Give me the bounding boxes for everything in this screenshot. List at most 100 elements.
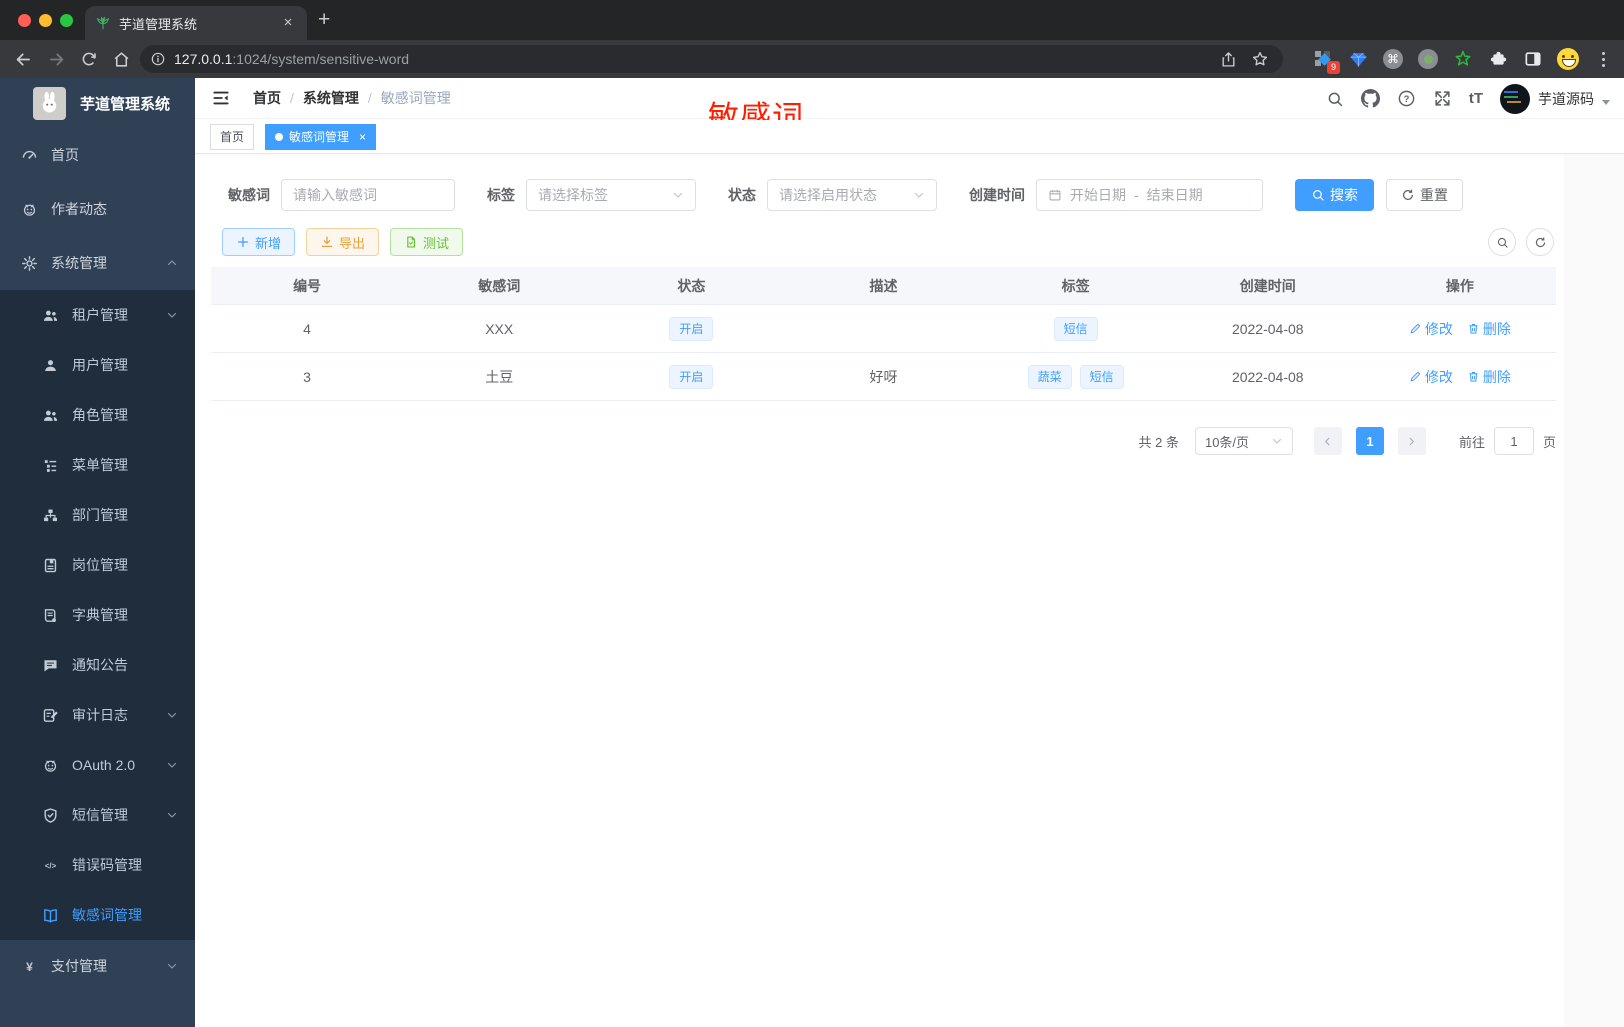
next-page-button[interactable] — [1397, 427, 1426, 455]
sidebar-item-tenant[interactable]: 租户管理 — [0, 290, 195, 340]
test-button[interactable]: 测试 — [390, 228, 464, 256]
edit-link[interactable]: 修改 — [1409, 367, 1453, 387]
dashboard-icon — [21, 147, 38, 164]
close-tab-icon[interactable]: × — [279, 14, 297, 32]
info-icon[interactable] — [150, 51, 166, 67]
sidebar-item-author-feed[interactable]: 作者动态 — [0, 182, 195, 236]
extension-star-icon[interactable] — [1452, 48, 1474, 70]
add-button[interactable]: 新增 — [222, 228, 296, 256]
sidebar-item-home[interactable]: 首页 — [0, 128, 195, 182]
hamburger-fold-icon[interactable] — [211, 88, 231, 108]
pagination: 共 2 条 10条/页 1 前往 页 — [211, 427, 1556, 455]
sidebar-item-notice[interactable]: 通知公告 — [0, 640, 195, 690]
question-icon[interactable] — [1397, 89, 1416, 108]
sidebar-item-oauth[interactable]: OAuth 2.0 — [0, 740, 195, 790]
status-select[interactable]: 请选择启用状态 — [767, 179, 937, 211]
search-icon[interactable] — [1326, 90, 1344, 108]
tree-icon — [42, 457, 59, 474]
page-size-select[interactable]: 10条/页 — [1194, 427, 1293, 455]
sidebar-item-user[interactable]: 用户管理 — [0, 340, 195, 390]
app-logo[interactable]: 芋道管理系统 — [0, 78, 195, 128]
bookmark-star-icon[interactable] — [1251, 50, 1269, 68]
tag-pill: 短信 — [1053, 316, 1098, 341]
cell-word: XXX — [485, 320, 514, 337]
tag-pill: 短信 — [1079, 364, 1124, 389]
back-icon[interactable] — [14, 50, 33, 69]
extension-grid-icon[interactable]: 9 — [1312, 48, 1340, 74]
tag-home[interactable]: 首页 — [210, 123, 255, 150]
breadcrumb-system[interactable]: 系统管理 — [303, 88, 359, 108]
sidebar-item-audit-log[interactable]: 审计日志 — [0, 690, 195, 740]
zoom-window-button[interactable] — [60, 14, 73, 27]
close-window-button[interactable] — [18, 14, 31, 27]
robot-icon — [21, 201, 38, 218]
sidebar-item-dict[interactable]: 字典管理 — [0, 590, 195, 640]
browser-tab[interactable]: 芋道管理系统 × — [85, 6, 307, 40]
breadcrumb-home[interactable]: 首页 — [253, 88, 281, 108]
column-header: 编号 — [293, 277, 322, 294]
refresh-icon — [1534, 236, 1547, 249]
extension-command-icon[interactable]: ⌘ — [1382, 48, 1404, 70]
breadcrumb-current: 敏感词管理 — [380, 90, 451, 106]
puzzle-extensions-icon[interactable] — [1487, 48, 1509, 70]
sidebar-item-dept[interactable]: 部门管理 — [0, 490, 195, 540]
fontsize-icon[interactable]: tT — [1469, 90, 1483, 107]
leaf-favicon — [95, 15, 111, 31]
minimize-window-button[interactable] — [39, 14, 52, 27]
document-icon — [404, 235, 418, 249]
github-icon[interactable] — [1361, 89, 1380, 108]
date-range-picker[interactable]: 开始日期 - 结束日期 — [1036, 179, 1263, 211]
prev-page-button[interactable] — [1313, 427, 1342, 455]
sidebar-item-menu[interactable]: 菜单管理 — [0, 440, 195, 490]
share-icon[interactable] — [1220, 51, 1237, 68]
search-button[interactable]: 搜索 — [1295, 179, 1374, 211]
cell-actions: 修改 删除 — [1364, 367, 1556, 387]
sidebar-item-pay[interactable]: 支付管理 — [0, 940, 195, 992]
new-tab-button[interactable]: + — [318, 8, 330, 32]
sidebar-item-error-code[interactable]: 错误码管理 — [0, 840, 195, 890]
refresh-table-button[interactable] — [1526, 228, 1554, 256]
delete-link[interactable]: 删除 — [1467, 319, 1511, 339]
cell-status: 开启 — [595, 364, 787, 389]
profile-avatar[interactable] — [1557, 48, 1579, 70]
table-body: 4 XXX 开启 短信 2022-04-08 修改 删除 3 土豆 开启 好呀 蔬菜 短信 2022-04… — [211, 305, 1556, 401]
sidebar-item-role[interactable]: 角色管理 — [0, 390, 195, 440]
export-button[interactable]: 导出 — [306, 228, 380, 256]
macos-window-controls[interactable] — [18, 14, 73, 27]
reload-icon[interactable] — [80, 50, 98, 68]
sidebar-item-label: 角色管理 — [72, 407, 128, 423]
reset-button[interactable]: 重置 — [1386, 179, 1463, 211]
fullscreen-icon[interactable] — [1433, 89, 1452, 108]
gear-icon — [21, 255, 38, 272]
keyword-input[interactable]: 请输入敏感词 — [281, 179, 455, 211]
page-number-1[interactable]: 1 — [1355, 427, 1384, 455]
url-text[interactable]: 127.0.0.1:1024/system/sensitive-word — [174, 51, 1220, 67]
sidebar-item-sms[interactable]: 短信管理 — [0, 790, 195, 840]
right-gutter — [1564, 155, 1624, 1027]
active-dot-icon — [275, 132, 284, 141]
close-tag-icon[interactable]: × — [359, 130, 366, 144]
forward-icon[interactable] — [47, 50, 66, 69]
column-header: 操作 — [1445, 277, 1474, 294]
sidebar: 芋道管理系统 首页 作者动态 系统管理 租户管理 用户管理角色管理菜单管理 部门管理 岗位管… — [0, 78, 195, 1027]
side-panel-icon[interactable] — [1522, 48, 1544, 70]
trash-icon — [1467, 370, 1480, 383]
extension-record-icon[interactable] — [1417, 48, 1439, 70]
delete-link[interactable]: 删除 — [1467, 367, 1511, 387]
goto-page-input[interactable] — [1493, 427, 1534, 455]
home-icon[interactable] — [112, 50, 131, 69]
breadcrumb-separator: / — [367, 90, 372, 106]
tag-select[interactable]: 请选择标签 — [526, 179, 696, 211]
sidebar-item-post[interactable]: 岗位管理 — [0, 540, 195, 590]
tag-sensitive-word[interactable]: 敏感词管理 × — [265, 123, 377, 150]
browser-menu-icon[interactable] — [1592, 48, 1614, 70]
browser-chrome: 芋道管理系统 × + 127.0.0.1:1024/system/sensiti… — [0, 0, 1624, 78]
address-bar[interactable]: 127.0.0.1:1024/system/sensitive-word — [140, 45, 1283, 73]
toggle-search-button[interactable] — [1488, 228, 1516, 256]
extension-gem-icon[interactable] — [1347, 48, 1369, 70]
sidebar-item-system[interactable]: 系统管理 — [0, 236, 195, 290]
edit-link[interactable]: 修改 — [1409, 319, 1453, 339]
browser-toolbar: 127.0.0.1:1024/system/sensitive-word 9 ⌘ — [0, 40, 1624, 78]
user-menu[interactable]: 芋道源码 — [1500, 83, 1610, 114]
sidebar-item-sensitive-word[interactable]: 敏感词管理 — [0, 890, 195, 940]
